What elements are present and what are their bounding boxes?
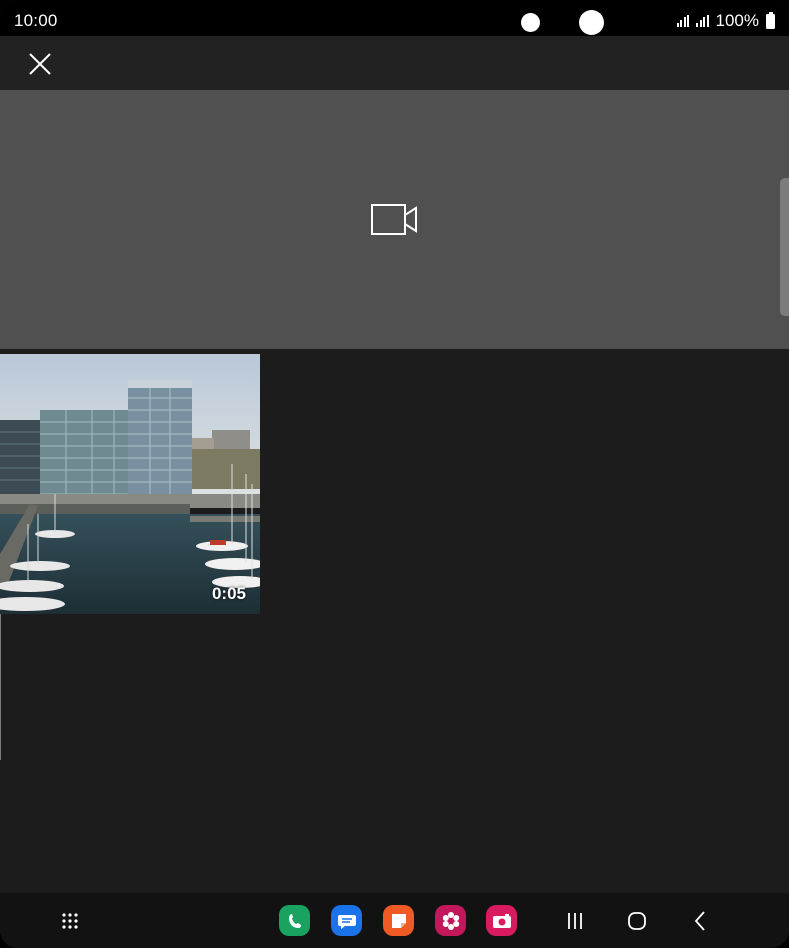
- close-button[interactable]: [20, 44, 60, 84]
- close-icon: [29, 53, 51, 75]
- back-button[interactable]: [680, 893, 720, 948]
- status-bar: 10:00 100%: [0, 0, 789, 36]
- edge-indicator: [0, 614, 1, 760]
- front-camera-cutout: [521, 13, 540, 32]
- back-icon: [694, 910, 705, 931]
- recents-button[interactable]: [555, 893, 595, 948]
- gallery-app-icon: [442, 911, 459, 930]
- apps-drawer-button[interactable]: [50, 893, 90, 948]
- scroll-handle[interactable]: [780, 178, 789, 316]
- front-camera-cutout-main: [579, 10, 604, 35]
- messages-app-icon: [337, 914, 356, 929]
- screen: 10:00 100% 0:05: [0, 0, 789, 948]
- camera-app-button[interactable]: [486, 905, 517, 936]
- battery-percent: 100%: [715, 11, 759, 30]
- home-icon: [628, 911, 646, 930]
- gallery-app-button[interactable]: [435, 905, 466, 936]
- recents-icon: [568, 912, 582, 929]
- phone-app-button[interactable]: [279, 905, 310, 936]
- media-thumbnail[interactable]: 0:05: [0, 354, 260, 614]
- status-icons: 100%: [676, 11, 775, 31]
- status-time: 10:00: [14, 11, 58, 30]
- apps-grid-icon: [62, 912, 78, 929]
- notes-app-icon: [391, 913, 406, 928]
- battery-icon: [766, 11, 775, 29]
- thumbnail-image: [0, 354, 260, 614]
- app-header: [0, 36, 789, 90]
- signal-icon: [676, 15, 690, 27]
- signal-icon: [696, 15, 709, 27]
- video-duration: 0:05: [211, 584, 246, 603]
- home-button[interactable]: [617, 893, 657, 948]
- video-camera-icon: [371, 204, 417, 235]
- messages-app-button[interactable]: [331, 905, 362, 936]
- camera-app-icon: [492, 913, 511, 928]
- notes-app-button[interactable]: [383, 905, 414, 936]
- phone-app-icon: [288, 913, 301, 928]
